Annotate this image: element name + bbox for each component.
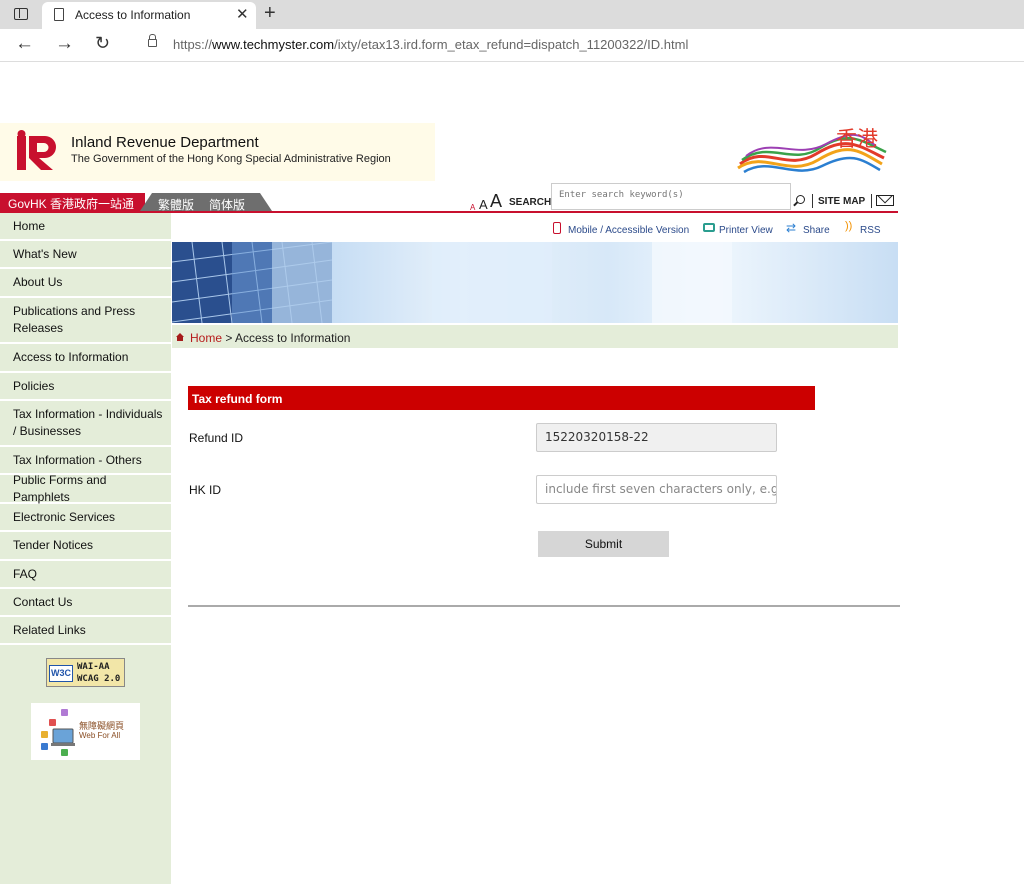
separator bbox=[812, 194, 813, 208]
printer-icon bbox=[703, 223, 715, 232]
hero-highlight bbox=[652, 242, 732, 323]
sidebar-item-access-to-information[interactable]: Access to Information bbox=[0, 344, 171, 373]
site-map-link[interactable]: SITE MAP bbox=[818, 196, 865, 207]
url-text[interactable]: https://www.techmyster.com/ixty/etax13.i… bbox=[173, 37, 688, 52]
sidebar-item-about-us[interactable]: About Us bbox=[0, 269, 171, 298]
wcag-text: WAI-AA WCAG 2.0 bbox=[77, 662, 121, 684]
breadcrumb-current: Access to Information bbox=[235, 331, 351, 345]
refund-id-label: Refund ID bbox=[189, 431, 244, 445]
share-icon: ⇄ bbox=[786, 221, 797, 235]
search-input[interactable] bbox=[551, 183, 791, 210]
breadcrumb-home-link[interactable]: Home bbox=[190, 331, 222, 345]
browser-tabbar: Access to Information ✕ + bbox=[0, 0, 1024, 29]
home-icon bbox=[176, 333, 184, 341]
sidebar-item-related-links[interactable]: Related Links bbox=[0, 617, 171, 645]
email-icon[interactable] bbox=[876, 195, 894, 206]
department-name: Inland Revenue Department bbox=[71, 134, 259, 151]
reload-icon[interactable]: ↻ bbox=[95, 33, 110, 54]
sidebar-item-electronic-services[interactable]: Electronic Services bbox=[0, 504, 171, 532]
address-bar[interactable]: https://www.techmyster.com/ixty/etax13.i… bbox=[130, 32, 1024, 58]
sidebar-item-policies[interactable]: Policies bbox=[0, 373, 171, 401]
rss-icon: )) bbox=[845, 220, 853, 232]
building-image bbox=[172, 242, 332, 323]
back-icon[interactable]: ← bbox=[15, 33, 34, 55]
close-tab-icon[interactable]: ✕ bbox=[236, 5, 249, 23]
forward-icon[interactable]: → bbox=[55, 33, 74, 55]
brand-hong-kong-logo[interactable]: 香港 bbox=[736, 124, 888, 178]
new-tab-icon[interactable]: + bbox=[264, 2, 276, 25]
font-size-medium-button[interactable]: A bbox=[479, 197, 488, 212]
department-subtitle: The Government of the Hong Kong Special … bbox=[71, 153, 391, 165]
ird-logo[interactable] bbox=[15, 130, 61, 172]
sidebar-item-tender-notices[interactable]: Tender Notices bbox=[0, 532, 171, 561]
browser-tab[interactable]: Access to Information ✕ bbox=[42, 2, 256, 29]
content-divider bbox=[188, 605, 900, 607]
printer-view-link[interactable]: Printer View bbox=[719, 225, 773, 236]
sidebar: Home What's New About Us Publications an… bbox=[0, 213, 171, 884]
form-title: Tax refund form bbox=[188, 386, 815, 410]
ird-banner: Inland Revenue Department The Government… bbox=[0, 123, 435, 181]
mobile-version-link[interactable]: Mobile / Accessible Version bbox=[568, 225, 689, 236]
lock-icon bbox=[148, 34, 157, 47]
refund-id-field[interactable]: 15220320158-22 bbox=[536, 423, 777, 452]
separator bbox=[871, 194, 872, 208]
sidebar-item-publications[interactable]: Publications and Press Releases bbox=[0, 298, 171, 344]
submit-button[interactable]: Submit bbox=[538, 531, 669, 557]
hero-highlight bbox=[432, 242, 552, 323]
hkid-input[interactable]: include first seven characters only, e.g… bbox=[536, 475, 777, 504]
mobile-icon bbox=[553, 222, 561, 234]
breadcrumb: Home > Access to Information bbox=[172, 325, 898, 348]
sidebar-item-public-forms[interactable]: Public Forms and Pamphlets bbox=[0, 473, 171, 504]
rss-link[interactable]: RSS bbox=[860, 225, 881, 236]
tab-title: Access to Information bbox=[75, 8, 191, 22]
sidebar-item-faq[interactable]: FAQ bbox=[0, 561, 171, 589]
web-for-all-badge[interactable]: 無障礙網頁 Web For All bbox=[31, 703, 140, 760]
page-icon bbox=[54, 8, 64, 21]
tab-actions-icon[interactable] bbox=[14, 8, 28, 20]
hkid-label: HK ID bbox=[189, 483, 222, 497]
search-icon[interactable] bbox=[796, 195, 805, 204]
share-link[interactable]: Share bbox=[803, 225, 830, 236]
web-for-all-text: 無障礙網頁 Web For All bbox=[79, 721, 125, 740]
font-size-large-button[interactable]: A bbox=[490, 191, 502, 212]
govhk-link[interactable]: GovHK 香港政府一站通 bbox=[0, 193, 145, 211]
search-label: SEARCH bbox=[509, 197, 552, 208]
web-for-all-icon bbox=[41, 709, 75, 756]
sidebar-item-tax-info-individuals[interactable]: Tax Information - Individuals / Business… bbox=[0, 401, 171, 447]
hero-banner bbox=[172, 242, 898, 323]
sidebar-item-contact-us[interactable]: Contact Us bbox=[0, 589, 171, 617]
w3c-logo: W3C bbox=[49, 665, 73, 682]
browser-toolbar: ← → ↻ https://www.techmyster.com/ixty/et… bbox=[0, 29, 1024, 62]
sidebar-item-home[interactable]: Home bbox=[0, 213, 171, 241]
hk-logo-text: 香港 bbox=[836, 127, 878, 151]
sidebar-item-whats-new[interactable]: What's New bbox=[0, 241, 171, 269]
wcag-badge[interactable]: W3C WAI-AA WCAG 2.0 bbox=[46, 658, 125, 687]
